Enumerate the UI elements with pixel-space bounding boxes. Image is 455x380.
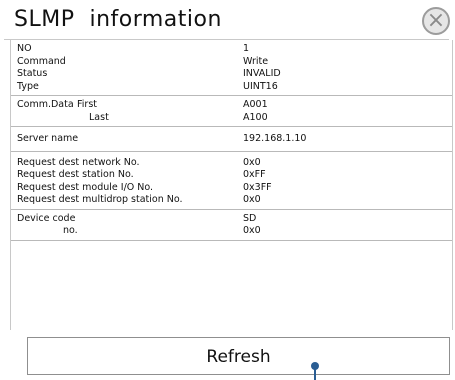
device-code-value: SD: [243, 212, 257, 224]
device-group: Device code SD no. 0x0: [11, 210, 452, 241]
info-row-no: NO 1: [11, 43, 452, 56]
info-row-device-code: Device code SD: [11, 213, 452, 226]
type-value: UINT16: [243, 80, 278, 92]
no-value: 1: [243, 43, 250, 54]
command-label: Command: [17, 55, 66, 67]
server-group: Server name 192.168.1.10: [11, 127, 452, 152]
info-row-req-station: Request dest station No. 0xFF: [11, 169, 452, 182]
title-bar: SLMP information ×: [4, 2, 450, 40]
page-title: SLMP information: [14, 7, 222, 32]
info-row-req-multidrop: Request dest multidrop station No. 0x0: [11, 194, 452, 207]
request-dest-group: Request dest network No. 0x0 Request des…: [11, 152, 452, 210]
close-icon: ×: [426, 8, 446, 33]
info-row-req-module: Request dest module I/O No. 0x3FF: [11, 182, 452, 195]
info-row-type: Type UINT16: [11, 81, 452, 94]
req-station-value: 0xFF: [243, 169, 266, 180]
device-code-label: Device code: [17, 212, 76, 224]
command-value: Write: [243, 55, 269, 67]
req-multidrop-label: Request dest multidrop station No.: [17, 194, 183, 205]
first-label: First: [77, 99, 97, 110]
close-button[interactable]: ×: [422, 7, 450, 35]
server-name-value: 192.168.1.10: [243, 133, 307, 144]
first-value: A001: [243, 99, 268, 110]
no-label: NO: [17, 43, 32, 54]
info-row-status: Status INVALID: [11, 68, 452, 81]
info-row-server: Server name 192.168.1.10: [11, 133, 452, 146]
refresh-label: Refresh: [206, 347, 271, 367]
device-no-value: 0x0: [243, 225, 261, 236]
status-label: Status: [17, 68, 48, 79]
comm-data-label: Comm.Data: [17, 99, 74, 110]
last-value: A100: [243, 111, 268, 123]
callout-marker-line: [314, 368, 316, 380]
info-row-command: Command Write: [11, 56, 452, 69]
device-no-label: no.: [63, 225, 78, 236]
info-row-req-network: Request dest network No. 0x0: [11, 157, 452, 170]
req-network-value: 0x0: [243, 156, 261, 168]
req-network-label: Request dest network No.: [17, 156, 140, 168]
req-module-label: Request dest module I/O No.: [17, 181, 154, 193]
info-row-comm-last: Last A100: [11, 112, 452, 125]
server-name-label: Server name: [17, 133, 79, 144]
type-label: Type: [17, 80, 39, 92]
last-label: Last: [89, 111, 109, 123]
status-value: INVALID: [243, 68, 281, 79]
info-panel: NO 1 Command Write Status INVALID Type U…: [10, 40, 453, 330]
refresh-button[interactable]: Refresh: [27, 337, 450, 375]
req-module-value: 0x3FF: [243, 181, 272, 193]
info-row-comm-first: Comm.Data First A001: [11, 99, 452, 112]
info-row-device-no: no. 0x0: [11, 225, 452, 238]
comm-data-group: Comm.Data First A001 Last A100: [11, 96, 452, 127]
general-group: NO 1 Command Write Status INVALID Type U…: [11, 40, 452, 96]
req-multidrop-value: 0x0: [243, 194, 261, 205]
req-station-label: Request dest station No.: [17, 169, 134, 180]
